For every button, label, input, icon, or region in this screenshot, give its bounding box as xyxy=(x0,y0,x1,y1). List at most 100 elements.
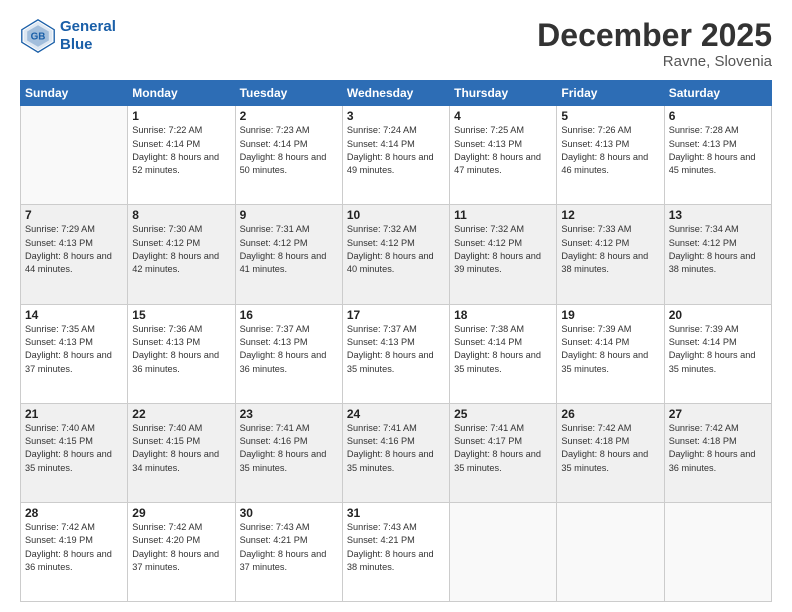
day-number: 30 xyxy=(240,506,338,520)
day-number: 13 xyxy=(669,208,767,222)
col-saturday: Saturday xyxy=(664,81,771,106)
calendar-cell: 4Sunrise: 7:25 AMSunset: 4:13 PMDaylight… xyxy=(450,106,557,205)
calendar-cell: 7Sunrise: 7:29 AMSunset: 4:13 PMDaylight… xyxy=(21,205,128,304)
col-sunday: Sunday xyxy=(21,81,128,106)
cell-info: Sunrise: 7:33 AMSunset: 4:12 PMDaylight:… xyxy=(561,223,659,276)
day-number: 10 xyxy=(347,208,445,222)
day-number: 8 xyxy=(132,208,230,222)
calendar-cell: 24Sunrise: 7:41 AMSunset: 4:16 PMDayligh… xyxy=(342,403,449,502)
cell-info: Sunrise: 7:28 AMSunset: 4:13 PMDaylight:… xyxy=(669,124,767,177)
cell-info: Sunrise: 7:36 AMSunset: 4:13 PMDaylight:… xyxy=(132,323,230,376)
day-number: 6 xyxy=(669,109,767,123)
day-number: 1 xyxy=(132,109,230,123)
calendar-cell: 26Sunrise: 7:42 AMSunset: 4:18 PMDayligh… xyxy=(557,403,664,502)
page: GB General Blue December 2025 Ravne, Slo… xyxy=(0,0,792,612)
cell-info: Sunrise: 7:29 AMSunset: 4:13 PMDaylight:… xyxy=(25,223,123,276)
day-number: 9 xyxy=(240,208,338,222)
calendar-cell xyxy=(21,106,128,205)
cell-info: Sunrise: 7:31 AMSunset: 4:12 PMDaylight:… xyxy=(240,223,338,276)
calendar-cell: 16Sunrise: 7:37 AMSunset: 4:13 PMDayligh… xyxy=(235,304,342,403)
day-number: 29 xyxy=(132,506,230,520)
cell-info: Sunrise: 7:26 AMSunset: 4:13 PMDaylight:… xyxy=(561,124,659,177)
day-number: 25 xyxy=(454,407,552,421)
day-number: 2 xyxy=(240,109,338,123)
day-number: 31 xyxy=(347,506,445,520)
calendar-row: 14Sunrise: 7:35 AMSunset: 4:13 PMDayligh… xyxy=(21,304,772,403)
calendar-row: 28Sunrise: 7:42 AMSunset: 4:19 PMDayligh… xyxy=(21,502,772,601)
day-number: 17 xyxy=(347,308,445,322)
day-number: 27 xyxy=(669,407,767,421)
svg-text:GB: GB xyxy=(31,32,46,43)
col-friday: Friday xyxy=(557,81,664,106)
day-number: 15 xyxy=(132,308,230,322)
col-wednesday: Wednesday xyxy=(342,81,449,106)
cell-info: Sunrise: 7:42 AMSunset: 4:19 PMDaylight:… xyxy=(25,521,123,574)
col-tuesday: Tuesday xyxy=(235,81,342,106)
calendar-cell xyxy=(557,502,664,601)
cell-info: Sunrise: 7:37 AMSunset: 4:13 PMDaylight:… xyxy=(347,323,445,376)
cell-info: Sunrise: 7:41 AMSunset: 4:17 PMDaylight:… xyxy=(454,422,552,475)
cell-info: Sunrise: 7:34 AMSunset: 4:12 PMDaylight:… xyxy=(669,223,767,276)
calendar-cell: 20Sunrise: 7:39 AMSunset: 4:14 PMDayligh… xyxy=(664,304,771,403)
cell-info: Sunrise: 7:32 AMSunset: 4:12 PMDaylight:… xyxy=(454,223,552,276)
calendar-cell: 29Sunrise: 7:42 AMSunset: 4:20 PMDayligh… xyxy=(128,502,235,601)
day-number: 4 xyxy=(454,109,552,123)
calendar-cell: 12Sunrise: 7:33 AMSunset: 4:12 PMDayligh… xyxy=(557,205,664,304)
day-number: 11 xyxy=(454,208,552,222)
logo: GB General Blue xyxy=(20,18,116,54)
cell-info: Sunrise: 7:43 AMSunset: 4:21 PMDaylight:… xyxy=(240,521,338,574)
cell-info: Sunrise: 7:38 AMSunset: 4:14 PMDaylight:… xyxy=(454,323,552,376)
calendar-cell: 28Sunrise: 7:42 AMSunset: 4:19 PMDayligh… xyxy=(21,502,128,601)
cell-info: Sunrise: 7:35 AMSunset: 4:13 PMDaylight:… xyxy=(25,323,123,376)
calendar-cell xyxy=(664,502,771,601)
calendar-cell: 14Sunrise: 7:35 AMSunset: 4:13 PMDayligh… xyxy=(21,304,128,403)
day-number: 20 xyxy=(669,308,767,322)
cell-info: Sunrise: 7:39 AMSunset: 4:14 PMDaylight:… xyxy=(561,323,659,376)
calendar-cell: 6Sunrise: 7:28 AMSunset: 4:13 PMDaylight… xyxy=(664,106,771,205)
logo-text: General Blue xyxy=(60,18,116,54)
cell-info: Sunrise: 7:22 AMSunset: 4:14 PMDaylight:… xyxy=(132,124,230,177)
calendar-row: 1Sunrise: 7:22 AMSunset: 4:14 PMDaylight… xyxy=(21,106,772,205)
calendar-row: 21 Sunrise: 7:40 AMSunset: 4:15 PMDayligh… xyxy=(21,403,772,502)
calendar-cell: 3Sunrise: 7:24 AMSunset: 4:14 PMDaylight… xyxy=(342,106,449,205)
calendar-cell: 18Sunrise: 7:38 AMSunset: 4:14 PMDayligh… xyxy=(450,304,557,403)
header: GB General Blue December 2025 Ravne, Slo… xyxy=(20,18,772,70)
day-number: 21 xyxy=(25,407,123,421)
month-title: December 2025 xyxy=(537,18,772,53)
day-number: 28 xyxy=(25,506,123,520)
cell-info: Sunrise: 7:39 AMSunset: 4:14 PMDaylight:… xyxy=(669,323,767,376)
cell-info: Sunrise: 7:37 AMSunset: 4:13 PMDaylight:… xyxy=(240,323,338,376)
day-number: 16 xyxy=(240,308,338,322)
calendar-cell: 30Sunrise: 7:43 AMSunset: 4:21 PMDayligh… xyxy=(235,502,342,601)
cell-info: Sunrise: 7:42 AMSunset: 4:20 PMDaylight:… xyxy=(132,521,230,574)
day-number: 19 xyxy=(561,308,659,322)
title-block: December 2025 Ravne, Slovenia xyxy=(537,18,772,70)
cell-info: Sunrise: 7:25 AMSunset: 4:13 PMDaylight:… xyxy=(454,124,552,177)
calendar-cell: 10Sunrise: 7:32 AMSunset: 4:12 PMDayligh… xyxy=(342,205,449,304)
cell-info: Sunrise: 7:43 AMSunset: 4:21 PMDaylight:… xyxy=(347,521,445,574)
col-monday: Monday xyxy=(128,81,235,106)
cell-info: Sunrise: 7:42 AMSunset: 4:18 PMDaylight:… xyxy=(561,422,659,475)
cell-info: Sunrise: 7:41 AMSunset: 4:16 PMDaylight:… xyxy=(347,422,445,475)
calendar-cell: 25Sunrise: 7:41 AMSunset: 4:17 PMDayligh… xyxy=(450,403,557,502)
calendar-row: 7Sunrise: 7:29 AMSunset: 4:13 PMDaylight… xyxy=(21,205,772,304)
logo-icon: GB xyxy=(20,18,56,54)
calendar-cell: 15Sunrise: 7:36 AMSunset: 4:13 PMDayligh… xyxy=(128,304,235,403)
day-number: 23 xyxy=(240,407,338,421)
cell-info: Sunrise: 7:40 AMSunset: 4:15 PMDaylight:… xyxy=(132,422,230,475)
calendar-table: Sunday Monday Tuesday Wednesday Thursday… xyxy=(20,80,772,602)
day-number: 7 xyxy=(25,208,123,222)
cell-info: Sunrise: 7:23 AMSunset: 4:14 PMDaylight:… xyxy=(240,124,338,177)
calendar-cell: 5Sunrise: 7:26 AMSunset: 4:13 PMDaylight… xyxy=(557,106,664,205)
cell-info: Sunrise: 7:24 AMSunset: 4:14 PMDaylight:… xyxy=(347,124,445,177)
day-number: 14 xyxy=(25,308,123,322)
calendar-cell: 19Sunrise: 7:39 AMSunset: 4:14 PMDayligh… xyxy=(557,304,664,403)
calendar-cell: 21Sunrise: 7:40 AMSunset: 4:15 PMDayligh… xyxy=(21,403,128,502)
calendar-cell: 17Sunrise: 7:37 AMSunset: 4:13 PMDayligh… xyxy=(342,304,449,403)
calendar-cell: 1Sunrise: 7:22 AMSunset: 4:14 PMDaylight… xyxy=(128,106,235,205)
col-thursday: Thursday xyxy=(450,81,557,106)
cell-info: Sunrise: 7:30 AMSunset: 4:12 PMDaylight:… xyxy=(132,223,230,276)
calendar-cell: 27Sunrise: 7:42 AMSunset: 4:18 PMDayligh… xyxy=(664,403,771,502)
calendar-cell: 23Sunrise: 7:41 AMSunset: 4:16 PMDayligh… xyxy=(235,403,342,502)
day-number: 3 xyxy=(347,109,445,123)
